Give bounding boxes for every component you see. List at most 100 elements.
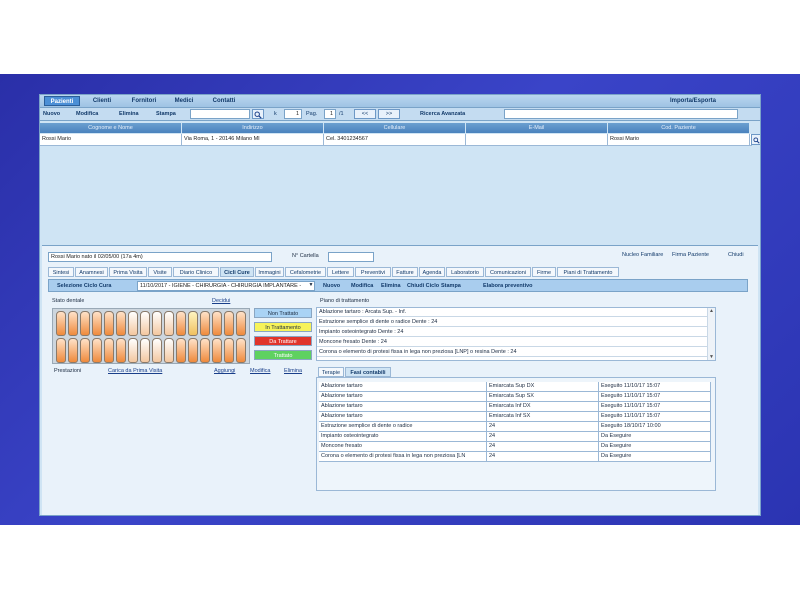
- table-row[interactable]: Rossi Mario Via Roma, 1 - 20146 Milano M…: [40, 134, 752, 146]
- tooth-icon[interactable]: [68, 311, 78, 336]
- tooth-icon[interactable]: [164, 311, 174, 336]
- table-row[interactable]: Estrazione semplice di dente o radice 24 E…: [319, 422, 711, 432]
- plan-scrollbar[interactable]: ▲ ▼: [707, 308, 715, 360]
- cycle-new-button[interactable]: Nuovo: [323, 282, 340, 290]
- close-link[interactable]: Chiudi: [728, 252, 744, 258]
- cycle-select[interactable]: 11/10/2017 - IGIENE - CHIRURGIA - CHIRUR…: [137, 281, 315, 291]
- col-header-name[interactable]: Cognome e Nome: [40, 123, 182, 133]
- tooth-icon[interactable]: [236, 338, 246, 363]
- tooth-icon[interactable]: [140, 311, 150, 336]
- tooth-icon[interactable]: [92, 311, 102, 336]
- tooth-icon[interactable]: [140, 338, 150, 363]
- tab-diario-clinico[interactable]: Diario Clinico: [173, 267, 219, 277]
- nav-tab-clienti[interactable]: Clienti: [84, 96, 120, 106]
- tooth-icon[interactable]: [200, 338, 210, 363]
- tooth-icon[interactable]: [236, 311, 246, 336]
- cycle-delete-button[interactable]: Elimina: [381, 282, 401, 290]
- col-header-mobile[interactable]: Cellulare: [324, 123, 466, 133]
- tab-lettere[interactable]: Lettere: [327, 267, 354, 277]
- tooth-icon[interactable]: [152, 311, 162, 336]
- patient-name-field[interactable]: Rossi Mario nato il 02/05/00 (17a 4m): [48, 252, 272, 262]
- tooth-icon[interactable]: [128, 338, 138, 363]
- tab-cefalometrie[interactable]: Cefalometrie: [285, 267, 326, 277]
- tooth-icon[interactable]: [116, 338, 126, 363]
- tooth-icon[interactable]: [212, 338, 222, 363]
- tooth-icon[interactable]: [104, 311, 114, 336]
- table-row[interactable]: Impianto osteointegrato 24 Da Eseguire: [319, 432, 711, 442]
- advanced-search-input[interactable]: [504, 109, 738, 119]
- nav-tab-pazienti[interactable]: Pazienti: [44, 96, 80, 106]
- page-number-input[interactable]: 1: [324, 109, 336, 119]
- table-row[interactable]: Ablazione tartaro Emiarcata Inf DX Eseguit…: [319, 402, 711, 412]
- next-page-button[interactable]: >>: [378, 109, 400, 119]
- tab-laboratorio[interactable]: Laboratorio: [446, 267, 484, 277]
- tooth-icon[interactable]: [92, 338, 102, 363]
- tooth-icon[interactable]: [68, 338, 78, 363]
- tab-cicli-cure[interactable]: Cicli Cure: [220, 267, 254, 277]
- cartella-input[interactable]: [328, 252, 374, 262]
- tooth-icon[interactable]: [152, 338, 162, 363]
- tab-anamnesi[interactable]: Anamnesi: [75, 267, 108, 277]
- search-icon[interactable]: [252, 109, 264, 119]
- tooth-icon[interactable]: [176, 311, 186, 336]
- patient-signature-link[interactable]: Firma Paziente: [672, 252, 709, 258]
- tab-firme[interactable]: Firme: [532, 267, 556, 277]
- tooth-icon[interactable]: [176, 338, 186, 363]
- prev-page-button[interactable]: <<: [354, 109, 376, 119]
- tooth-icon[interactable]: [56, 311, 66, 336]
- edit-link[interactable]: Modifica: [250, 368, 270, 374]
- list-item[interactable]: Impianto osteointegrato Dente : 24: [317, 328, 709, 337]
- tooth-icon[interactable]: [224, 338, 234, 363]
- scroll-up-icon[interactable]: ▲: [708, 308, 715, 314]
- chevron-down-icon[interactable]: ▼: [307, 282, 315, 290]
- tooth-icon[interactable]: [104, 338, 114, 363]
- list-item[interactable]: Estrazione semplice di dente o radice De…: [317, 318, 709, 327]
- family-link[interactable]: Nucleo Familiare: [622, 252, 663, 258]
- col-header-patient-code[interactable]: Cod. Paziente: [608, 123, 750, 133]
- tooth-icon[interactable]: [212, 311, 222, 336]
- load-first-visit-link[interactable]: Carica da Prima Visita: [108, 368, 162, 374]
- table-row[interactable]: Ablazione tartaro Emiarcata Sup SX Eseguit…: [319, 392, 711, 402]
- tab-fatture[interactable]: Fatture: [392, 267, 418, 277]
- col-header-address[interactable]: Indirizzo: [182, 123, 324, 133]
- tab-comunicazioni[interactable]: Comunicazioni: [485, 267, 531, 277]
- nav-tab-contatti[interactable]: Contatti: [206, 96, 242, 106]
- list-item[interactable]: Corona o elemento di protesi fissa in le…: [317, 348, 709, 357]
- tooth-icon[interactable]: [200, 311, 210, 336]
- tooth-icon[interactable]: [116, 311, 126, 336]
- table-row[interactable]: Moncone fresato 24 Da Eseguire: [319, 442, 711, 452]
- table-row[interactable]: Ablazione tartaro Emiarcata Sup DX Eseguit…: [319, 382, 711, 392]
- delete-button[interactable]: Elimina: [119, 110, 139, 118]
- records-per-page-input[interactable]: 1: [284, 109, 302, 119]
- tab-terapie[interactable]: Terapie: [318, 367, 344, 377]
- list-item[interactable]: Ablazione tartaro : Arcata Sup. - Inf.: [317, 308, 709, 317]
- tooth-icon[interactable]: [188, 311, 198, 336]
- scroll-down-icon[interactable]: ▼: [708, 354, 715, 360]
- tab-visite[interactable]: Visite: [148, 267, 172, 277]
- table-row[interactable]: Corona o elemento di protesi fissa in le…: [319, 452, 711, 462]
- table-row[interactable]: Ablazione tartaro Emiarcata Inf SX Eseguit…: [319, 412, 711, 422]
- delete-link[interactable]: Elimina: [284, 368, 302, 374]
- new-button[interactable]: Nuovo: [43, 110, 60, 118]
- tooth-icon[interactable]: [164, 338, 174, 363]
- tab-prima-visita[interactable]: Prima Visita: [109, 267, 147, 277]
- cycle-edit-button[interactable]: Modifica: [351, 282, 373, 290]
- print-button[interactable]: Stampa: [156, 110, 176, 118]
- row-search-icon[interactable]: [751, 134, 760, 145]
- tooth-icon[interactable]: [128, 311, 138, 336]
- tab-agenda[interactable]: Agenda: [419, 267, 445, 277]
- cycle-close-button[interactable]: Chiudi Ciclo: [407, 282, 439, 290]
- cycle-print-button[interactable]: Stampa: [441, 282, 461, 290]
- nav-tab-fornitori[interactable]: Fornitori: [124, 96, 164, 106]
- tab-fasi-contabili[interactable]: Fasi contabili: [345, 367, 391, 377]
- tab-immagini[interactable]: Immagini: [255, 267, 284, 277]
- search-input[interactable]: [190, 109, 250, 119]
- edit-button[interactable]: Modifica: [76, 110, 98, 118]
- decidui-link[interactable]: Decidui: [212, 298, 230, 304]
- tooth-icon[interactable]: [56, 338, 66, 363]
- add-link[interactable]: Aggiungi: [214, 368, 235, 374]
- tooth-icon[interactable]: [80, 338, 90, 363]
- tooth-icon[interactable]: [188, 338, 198, 363]
- tab-preventivi[interactable]: Preventivi: [355, 267, 391, 277]
- nav-tab-medici[interactable]: Medici: [168, 96, 200, 106]
